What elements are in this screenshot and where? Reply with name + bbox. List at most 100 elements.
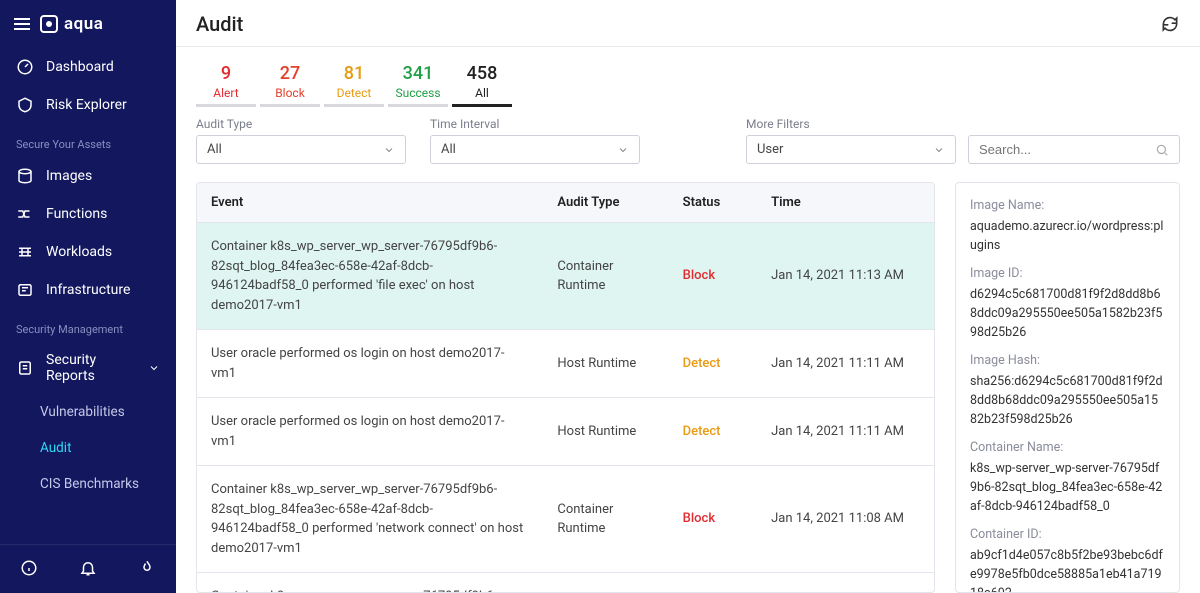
time-interval-select[interactable]: All — [430, 135, 640, 164]
stat-tab-all[interactable]: 458 All — [452, 57, 512, 107]
table-row[interactable]: Container k8s_wp_server_wp_server-76795d… — [197, 573, 934, 593]
sidebar-item-vulnerabilities[interactable]: Vulnerabilities — [0, 394, 176, 430]
cell-time: Jan 14, 2021 11:11 AM — [757, 330, 934, 398]
detail-label: Container ID: — [970, 526, 1165, 545]
stat-number: 341 — [388, 63, 448, 84]
main-content: Audit 9Alert27 Block 81Detect341 Success 458… — [176, 0, 1200, 593]
table-row[interactable]: User oracle performed os login on host d… — [197, 330, 934, 398]
cell-audit-type: Container Runtime — [543, 466, 668, 573]
filter-label-more-filters: More Filters — [746, 117, 956, 131]
cell-time: Jan 14, 2021 11:08 AM — [757, 466, 934, 573]
stat-number: 27 — [260, 63, 320, 84]
chevron-down-icon — [617, 144, 629, 156]
stat-tab-alert[interactable]: 9Alert — [196, 57, 256, 107]
sidebar-item-label: Workloads — [46, 244, 112, 260]
cell-event: Container k8s_wp_server_wp_server-76795d… — [197, 466, 543, 573]
cell-status: Detect — [669, 398, 757, 466]
stat-label: Block — [260, 86, 320, 100]
detail-value: d6294c5c681700d81f9f2d8dd8b68ddc09a29555… — [970, 286, 1165, 342]
sidebar-item-label: Audit — [40, 440, 72, 456]
bell-icon[interactable] — [77, 557, 99, 579]
flame-icon[interactable] — [136, 557, 158, 579]
hamburger-icon[interactable] — [14, 18, 30, 30]
functions-icon — [16, 205, 34, 223]
th-audit-type[interactable]: Audit Type — [543, 183, 668, 223]
detail-label: Container Name: — [970, 439, 1165, 458]
sidebar-item-infrastructure[interactable]: Infrastructure — [0, 271, 176, 309]
reports-icon — [16, 359, 34, 377]
cell-event: Container k8s_wp_server_wp_server-76795d… — [197, 573, 543, 593]
select-value: All — [207, 142, 222, 157]
refresh-icon[interactable] — [1160, 14, 1180, 34]
sidebar-item-label: CIS Benchmarks — [40, 476, 139, 492]
sidebar-item-label: Functions — [46, 206, 107, 222]
th-status[interactable]: Status — [669, 183, 757, 223]
dashboard-icon — [16, 58, 34, 76]
infra-icon — [16, 281, 34, 299]
cell-time: Jan 14, 2021 11:08 AM — [757, 573, 934, 593]
table-row[interactable]: User oracle performed os login on host d… — [197, 398, 934, 466]
more-filters-select[interactable]: User — [746, 135, 956, 164]
cell-time: Jan 14, 2021 11:11 AM — [757, 398, 934, 466]
sidebar: aqua Dashboard Risk Explorer Secure Your… — [0, 0, 176, 593]
cell-time: Jan 14, 2021 11:13 AM — [757, 223, 934, 330]
sidebar-footer — [0, 544, 176, 593]
search-icon — [1155, 143, 1169, 157]
stat-label: All — [452, 86, 512, 100]
chevron-down-icon — [383, 144, 395, 156]
stat-label: Success — [388, 86, 448, 100]
cell-status: Block — [669, 573, 757, 593]
th-event[interactable]: Event — [197, 183, 543, 223]
stat-label: Detect — [324, 86, 384, 100]
sidebar-section-assets: Secure Your Assets — [0, 124, 176, 157]
sidebar-item-audit[interactable]: Audit — [0, 430, 176, 466]
cell-status: Detect — [669, 330, 757, 398]
chevron-down-icon — [933, 144, 945, 156]
logo-icon — [40, 15, 58, 33]
search-input-wrapper[interactable] — [968, 135, 1180, 164]
sidebar-item-images[interactable]: Images — [0, 157, 176, 195]
sidebar-item-label: Images — [46, 168, 92, 184]
sidebar-item-dashboard[interactable]: Dashboard — [0, 48, 176, 86]
images-icon — [16, 167, 34, 185]
stats-tabs: 9Alert27 Block 81Detect341 Success 458 All — [196, 57, 1180, 107]
filter-label-time-interval: Time Interval — [430, 117, 640, 131]
stat-tab-success[interactable]: 341 Success — [388, 57, 448, 107]
table-row[interactable]: Container k8s_wp_server_wp_server-76795d… — [197, 466, 934, 573]
sidebar-item-risk-explorer[interactable]: Risk Explorer — [0, 86, 176, 124]
stat-number: 458 — [452, 63, 512, 84]
sidebar-item-cis-benchmarks[interactable]: CIS Benchmarks — [0, 466, 176, 502]
info-icon[interactable] — [18, 557, 40, 579]
sidebar-item-label: Dashboard — [46, 59, 114, 75]
detail-value: sha256:d6294c5c681700d81f9f2d8dd8b68ddc0… — [970, 373, 1165, 429]
sidebar-item-workloads[interactable]: Workloads — [0, 233, 176, 271]
cell-status: Block — [669, 223, 757, 330]
stat-tab-block[interactable]: 27 Block — [260, 57, 320, 107]
cell-event: User oracle performed os login on host d… — [197, 330, 543, 398]
sidebar-item-security-reports[interactable]: Security Reports — [0, 342, 176, 394]
cell-audit-type: Container Runtime — [543, 573, 668, 593]
cell-event: Container k8s_wp_server_wp_server-76795d… — [197, 223, 543, 330]
detail-label: Image Name: — [970, 197, 1165, 216]
brand-logo[interactable]: aqua — [40, 14, 103, 34]
search-input[interactable] — [979, 142, 1155, 157]
detail-value: aquademo.azurecr.io/wordpress:plugins — [970, 218, 1165, 256]
stat-label: Alert — [196, 86, 256, 100]
detail-value: k8s_wp-server_wp-server-76795df9b6-82sqt… — [970, 460, 1165, 516]
select-value: User — [757, 142, 783, 157]
brand-name: aqua — [64, 14, 103, 34]
cell-event: User oracle performed os login on host d… — [197, 398, 543, 466]
workloads-icon — [16, 243, 34, 261]
page-title: Audit — [196, 12, 243, 36]
sidebar-item-label: Risk Explorer — [46, 97, 127, 113]
stat-tab-detect[interactable]: 81Detect — [324, 57, 384, 107]
th-time[interactable]: Time — [757, 183, 934, 223]
filter-label-audit-type: Audit Type — [196, 117, 406, 131]
table-row[interactable]: Container k8s_wp_server_wp_server-76795d… — [197, 223, 934, 330]
sidebar-item-functions[interactable]: Functions — [0, 195, 176, 233]
cell-audit-type: Host Runtime — [543, 330, 668, 398]
details-panel: Image Name: aquademo.azurecr.io/wordpress… — [955, 182, 1180, 593]
page-header: Audit — [176, 0, 1200, 47]
sidebar-item-label: Infrastructure — [46, 282, 130, 298]
audit-type-select[interactable]: All — [196, 135, 406, 164]
